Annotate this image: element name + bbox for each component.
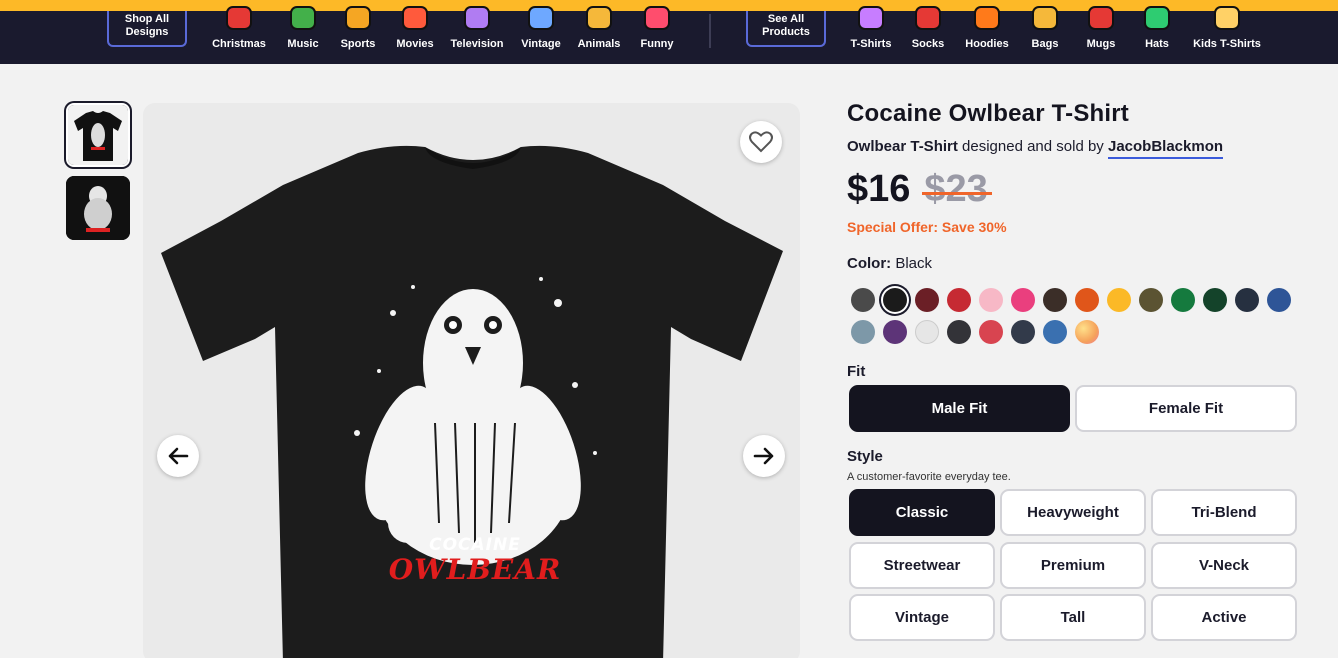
top-navigation: Shop All Designs Christmas Music Sports … — [0, 0, 1338, 64]
color-swatch-purple[interactable] — [883, 320, 907, 344]
arrow-right-icon — [753, 447, 774, 465]
sports-icon — [345, 6, 371, 30]
vintage-icon — [528, 6, 554, 30]
color-swatch-kelly-green[interactable] — [1171, 288, 1195, 312]
arrow-left-icon — [168, 447, 189, 465]
socks-icon — [915, 6, 941, 30]
tshirt-icon — [858, 6, 884, 30]
product-image: COCAINE OWLBEAR — [143, 103, 800, 658]
style-vintage-button[interactable]: Vintage — [849, 594, 995, 641]
bag-icon — [1032, 6, 1058, 30]
color-swatch-orange[interactable] — [1075, 288, 1099, 312]
shop-all-label-line2: Designs — [125, 26, 169, 38]
style-label: Style — [847, 448, 883, 465]
style-triblend-button[interactable]: Tri-Blend — [1151, 489, 1297, 536]
color-swatch-gold[interactable] — [1107, 288, 1131, 312]
heart-icon — [749, 131, 773, 153]
product-subtitle: Owlbear T-Shirt designed and sold by Jac… — [847, 138, 1299, 159]
color-swatch-heather-white[interactable] — [915, 320, 939, 344]
style-description: A customer-favorite everyday tee. — [847, 471, 1011, 483]
nav-item-label: Kids T-Shirts — [1193, 38, 1261, 50]
mug-icon — [1088, 6, 1114, 30]
nav-item-funny[interactable]: Funny — [622, 4, 692, 60]
style-classic-button[interactable]: Classic — [849, 489, 995, 536]
style-streetwear-button[interactable]: Streetwear — [849, 542, 995, 589]
tshirt-thumbnail-image — [68, 105, 128, 165]
next-image-button[interactable] — [743, 435, 785, 477]
selected-color-name: Black — [895, 255, 933, 272]
previous-image-button[interactable] — [157, 435, 199, 477]
shop-all-designs-button[interactable]: Shop All Designs — [107, 11, 187, 47]
color-swatch-charcoal[interactable] — [947, 320, 971, 344]
current-price: $16 — [847, 167, 911, 210]
favorite-button[interactable] — [740, 121, 782, 163]
style-vneck-button[interactable]: V-Neck — [1151, 542, 1297, 589]
color-swatch-olive[interactable] — [1139, 288, 1163, 312]
color-heading: Color: — [847, 255, 892, 272]
color-swatch-slate[interactable] — [851, 320, 875, 344]
thumbnail-design[interactable] — [66, 176, 130, 240]
kids-tshirt-icon — [1214, 6, 1240, 30]
nav-item-kids-tshirts[interactable]: Kids T-Shirts — [1192, 4, 1262, 60]
color-swatch-royal-blue[interactable] — [1267, 288, 1291, 312]
color-swatch-navy[interactable] — [1235, 288, 1259, 312]
designed-by-text: designed and sold by — [957, 138, 1108, 155]
style-tall-button[interactable]: Tall — [1000, 594, 1146, 641]
color-swatch-heather-blue[interactable] — [1043, 320, 1067, 344]
design-text-top: COCAINE — [429, 535, 521, 555]
original-price: $23 — [922, 167, 993, 210]
nav-item-hats[interactable]: Hats — [1122, 4, 1192, 60]
fit-female-button[interactable]: Female Fit — [1075, 385, 1297, 432]
artist-link[interactable]: JacobBlackmon — [1107, 138, 1224, 159]
style-premium-button[interactable]: Premium — [1000, 542, 1146, 589]
color-swatch-pink[interactable] — [1011, 288, 1035, 312]
color-label: Color: Black — [847, 255, 1299, 272]
christmas-icon — [226, 6, 252, 30]
see-all-label-line1: See All — [767, 13, 805, 25]
hoodie-icon — [974, 6, 1000, 30]
product-info: Cocaine Owlbear T-Shirt Owlbear T-Shirt … — [847, 100, 1299, 272]
television-icon — [464, 6, 490, 30]
nav-divider — [709, 14, 711, 48]
style-heavyweight-button[interactable]: Heavyweight — [1000, 489, 1146, 536]
special-offer-text: Special Offer: Save 30% — [847, 219, 1007, 235]
nav-item-label: Christmas — [212, 38, 266, 50]
nav-item-label: Hats — [1145, 38, 1169, 50]
color-swatch-black[interactable] — [883, 288, 907, 312]
fit-label: Fit — [847, 363, 866, 380]
nav-item-label: Movies — [396, 38, 434, 50]
color-swatch-heather-navy[interactable] — [1011, 320, 1035, 344]
nav-item-label: Funny — [640, 38, 674, 50]
nav-item-movies[interactable]: Movies — [380, 4, 450, 60]
funny-icon — [644, 6, 670, 30]
music-icon — [290, 6, 316, 30]
see-all-label-line2: Products — [762, 26, 810, 38]
thumbnail-tshirt[interactable] — [66, 103, 130, 167]
color-swatch-light-pink[interactable] — [979, 288, 1003, 312]
price-row: $16 $23 — [847, 165, 1299, 213]
see-all-products-button[interactable]: See All Products — [746, 11, 826, 47]
nav-item-television[interactable]: Television — [442, 4, 512, 60]
color-swatch-tie-dye[interactable] — [1075, 320, 1099, 344]
product-title: Cocaine Owlbear T-Shirt — [847, 100, 1129, 127]
animals-icon — [586, 6, 612, 30]
movies-icon — [402, 6, 428, 30]
fit-male-button[interactable]: Male Fit — [849, 385, 1070, 432]
hat-icon — [1144, 6, 1170, 30]
style-active-button[interactable]: Active — [1151, 594, 1297, 641]
nav-item-christmas[interactable]: Christmas — [204, 4, 274, 60]
color-swatch-brown[interactable] — [1043, 288, 1067, 312]
nav-item-label: Television — [450, 38, 504, 50]
color-swatch-heather-red[interactable] — [979, 320, 1003, 344]
color-swatch-dark-heather[interactable] — [851, 288, 875, 312]
color-swatch-forest-green[interactable] — [1203, 288, 1227, 312]
color-swatch-red[interactable] — [947, 288, 971, 312]
design-text-bottom: OWLBEAR — [388, 553, 562, 586]
product-type-link[interactable]: Owlbear T-Shirt — [847, 138, 958, 155]
shop-all-label-line1: Shop All — [124, 13, 170, 25]
design-thumbnail-image — [66, 176, 130, 240]
color-swatch-maroon[interactable] — [915, 288, 939, 312]
